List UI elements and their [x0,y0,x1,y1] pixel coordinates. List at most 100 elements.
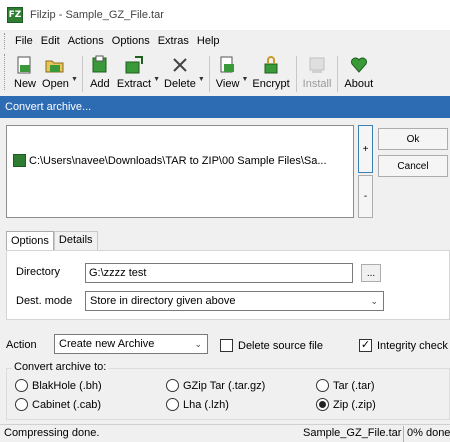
menubar-grip[interactable] [4,33,7,49]
delete-x-icon [169,54,191,76]
view-icon [217,54,239,76]
ok-button[interactable]: Ok [378,128,448,150]
dest-mode-label: Dest. mode [16,295,73,307]
lock-icon [260,54,282,76]
radio-blakhole-circle[interactable] [15,379,28,392]
delete-source-checkbox[interactable]: Delete source file [220,339,323,352]
open-dropdown-arrow-icon[interactable]: ▼ [71,76,78,83]
view-button[interactable]: View [216,54,239,90]
radio-zip-circle[interactable] [316,398,329,411]
status-bar: Compressing done. Sample_GZ_File.tar 0% … [0,424,450,442]
install-label: Install [302,78,332,90]
radio-zip[interactable]: Zip (.zip) [316,398,376,411]
status-filename: Sample_GZ_File.tar [303,427,402,439]
extract-label: Extract [116,78,152,90]
list-item[interactable]: C:\Users\navee\Downloads\TAR to ZIP\00 S… [13,154,327,167]
radio-gzip-tar-circle[interactable] [166,379,179,392]
about-button[interactable]: About [344,54,373,90]
cancel-button[interactable]: Cancel [378,155,448,177]
toolbar-grip[interactable] [4,54,7,90]
delete-label: Delete [164,78,196,90]
title-bar: FZ Filzip - Sample_GZ_File.tar [0,0,450,30]
delete-button[interactable]: Delete [164,54,196,90]
menu-bar: File Edit Actions Options Extras Help [0,30,450,52]
menu-file[interactable]: File [11,30,37,52]
radio-gzip-tar[interactable]: GZip Tar (.tar.gz) [166,379,265,392]
toolbar-separator [81,56,83,92]
add-file-button[interactable]: + [358,125,373,173]
extract-button[interactable]: Extract [117,54,151,90]
radio-tar[interactable]: Tar (.tar) [316,379,375,392]
chevron-down-icon: ⌄ [370,296,378,306]
add-files-icon [89,54,111,76]
radio-blakhole-label: BlakHole (.bh) [32,379,102,392]
add-label: Add [90,78,110,90]
menu-extras[interactable]: Extras [154,30,193,52]
menu-options[interactable]: Options [108,30,154,52]
checkmark-icon: ✓ [360,339,371,351]
radio-blakhole[interactable]: BlakHole (.bh) [15,379,102,392]
delete-dropdown-arrow-icon[interactable]: ▼ [198,76,205,83]
directory-input[interactable]: G:\zzzz test [85,263,353,283]
radio-gzip-tar-label: GZip Tar (.tar.gz) [183,379,266,392]
status-message: Compressing done. [4,427,100,439]
radio-cabinet-label: Cabinet (.cab) [32,398,102,411]
integrity-check-label: Integrity check [377,339,448,352]
delete-source-box[interactable] [220,339,233,352]
app-icon-text: FZ [8,10,22,20]
about-label: About [344,78,374,90]
radio-cabinet-circle[interactable] [15,398,28,411]
view-dropdown-arrow-icon[interactable]: ▼ [241,76,248,83]
radio-lha-circle[interactable] [166,398,179,411]
radio-selected-dot-icon [319,401,326,408]
new-archive-icon [14,54,36,76]
radio-lha[interactable]: Lha (.lzh) [166,398,229,411]
extract-dropdown-arrow-icon[interactable]: ▼ [153,76,160,83]
directory-label: Directory [16,266,61,278]
filzip-app-icon: FZ [7,7,23,23]
action-select[interactable]: Create new Archive ⌄ [54,334,208,354]
install-icon [306,54,328,76]
open-button[interactable]: Open [42,54,69,90]
encrypt-label: Encrypt [252,78,290,90]
toolbar-separator [208,56,210,92]
window-title: Filzip - Sample_GZ_File.tar [30,9,164,21]
open-label: Open [42,78,69,90]
status-divider [403,426,404,442]
extract-icon [123,54,145,76]
encrypt-button[interactable]: Encrypt [252,54,290,90]
integrity-check-checkbox[interactable]: ✓ Integrity check [359,339,448,352]
tab-details[interactable]: Details [53,231,98,250]
toolbar-separator [295,56,297,92]
chevron-down-icon: ⌄ [194,339,202,349]
menu-help[interactable]: Help [193,30,224,52]
radio-lha-label: Lha (.lzh) [183,398,229,411]
convert-format-group [6,368,450,420]
add-button[interactable]: Add [89,54,111,90]
radio-tar-circle[interactable] [316,379,329,392]
tab-options[interactable]: Options [6,231,54,250]
browse-button[interactable]: ... [361,264,381,282]
menu-edit[interactable]: Edit [37,30,64,52]
delete-source-label: Delete source file [238,339,323,352]
file-list[interactable]: C:\Users\navee\Downloads\TAR to ZIP\00 S… [6,125,354,218]
action-value: Create new Archive [59,338,155,350]
archive-file-icon [13,154,26,167]
remove-file-button[interactable]: - [358,175,373,218]
radio-cabinet[interactable]: Cabinet (.cab) [15,398,101,411]
status-progress: 0% done [407,427,450,439]
file-path: C:\Users\navee\Downloads\TAR to ZIP\00 S… [29,154,327,167]
action-label: Action [6,339,37,351]
dest-mode-select[interactable]: Store in directory given above ⌄ [85,291,384,311]
new-button[interactable]: New [14,54,36,90]
tab-strip: Options Details [6,231,98,250]
open-folder-icon [44,54,66,76]
toolbar: New Open ▼ Add Extract ▼ Delete ▼ View ▼ [0,52,450,96]
new-label: New [14,78,37,90]
menu-actions[interactable]: Actions [64,30,108,52]
dest-mode-value: Store in directory given above [90,295,236,307]
install-button[interactable]: Install [302,54,332,90]
integrity-check-box[interactable]: ✓ [359,339,372,352]
dialog-title: Convert archive... [0,96,450,118]
about-heart-icon [348,54,370,76]
